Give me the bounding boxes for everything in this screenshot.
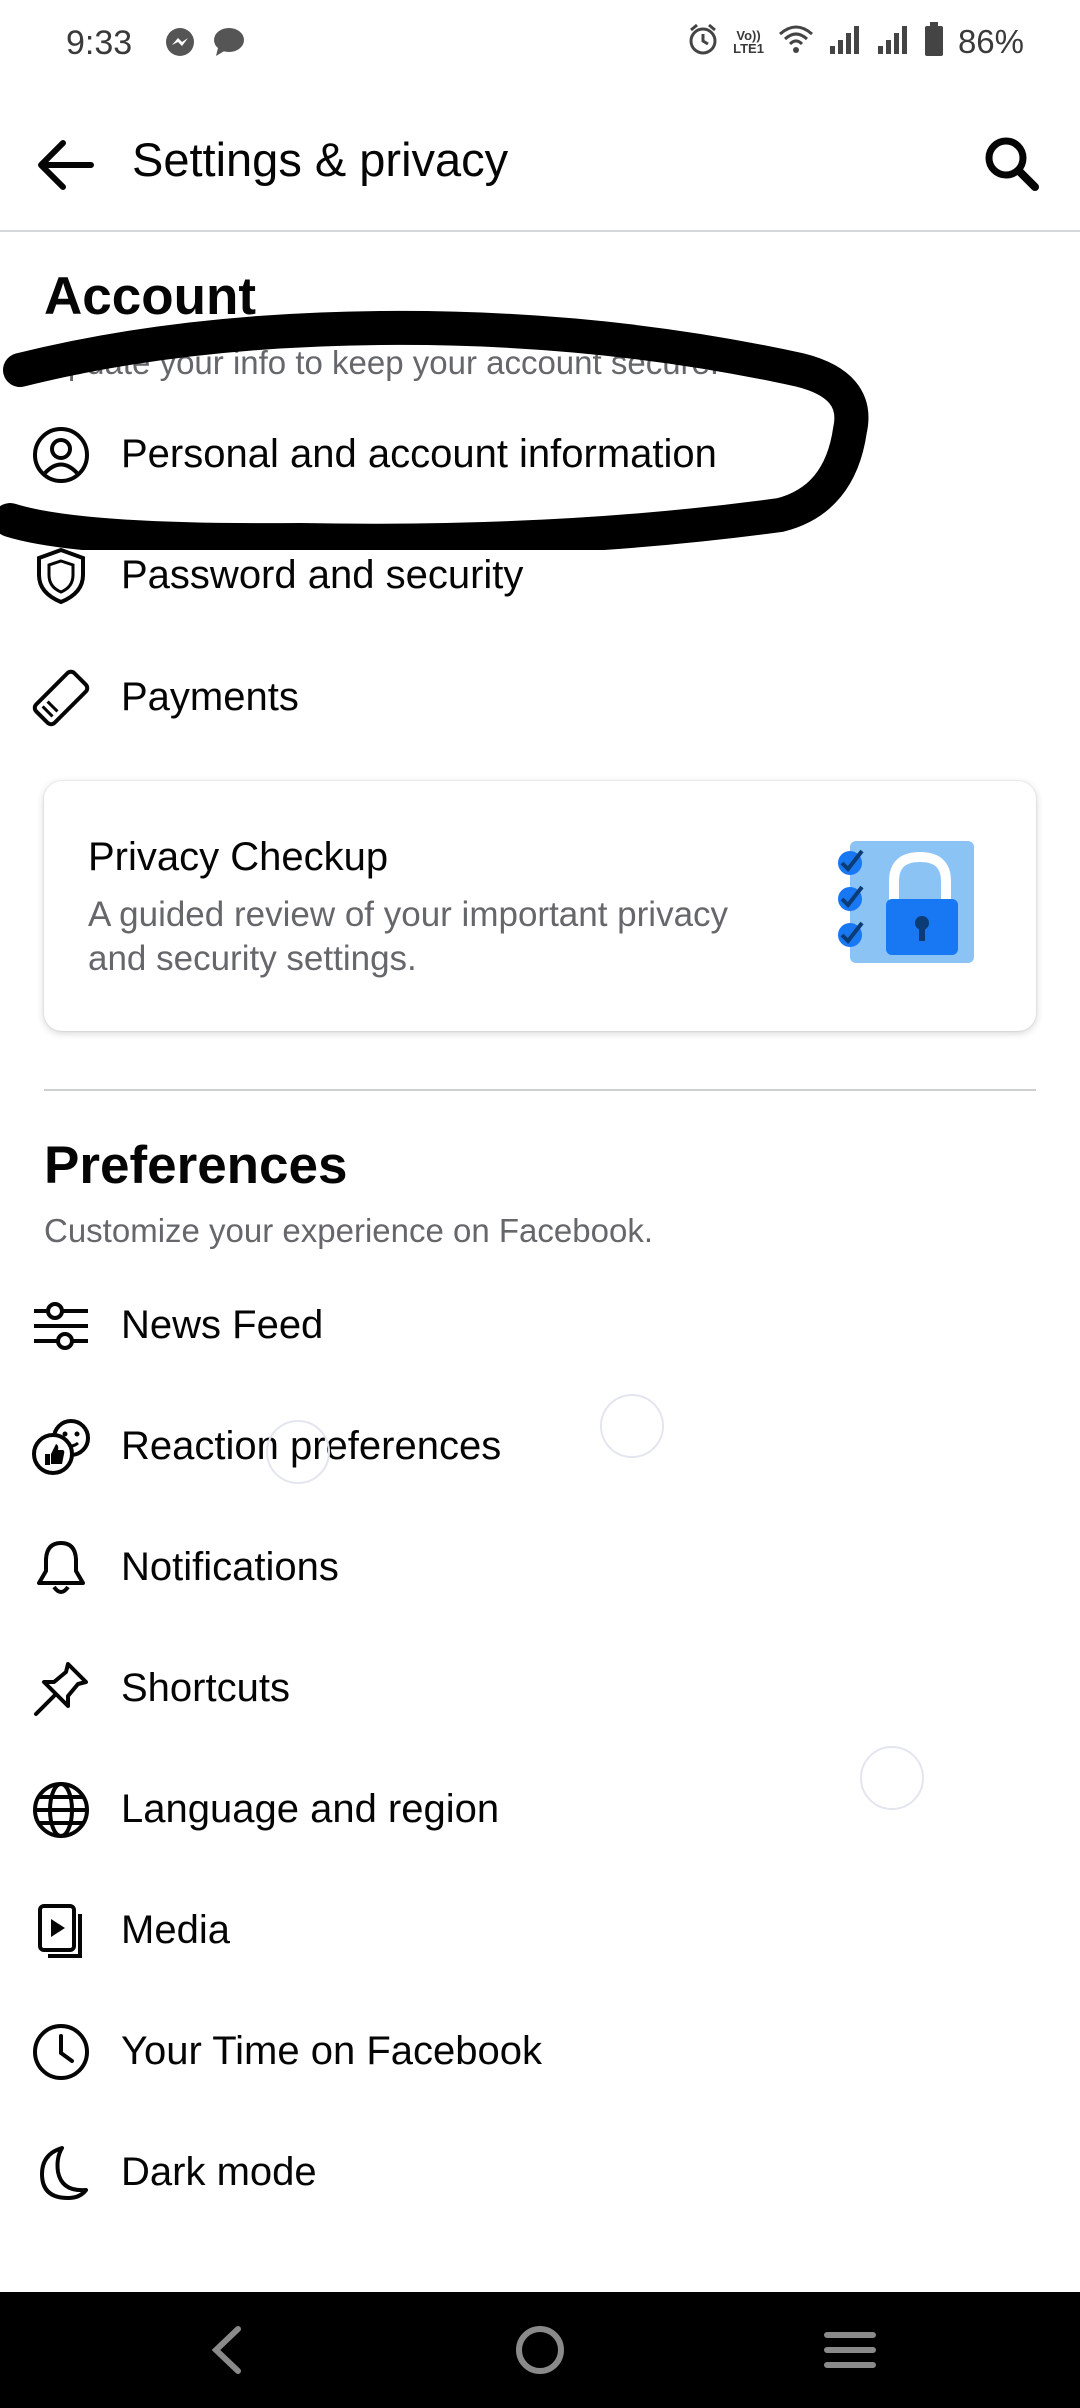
reactions-icon (30, 1416, 92, 1478)
settings-privacy-screen: 9:33 Vo)) LTE1 86% Settings & privacy Ac… (0, 0, 1080, 2408)
settings-item-password-security[interactable]: Password and security (0, 523, 1080, 633)
settings-item-label: Payments (121, 675, 299, 719)
signal-icon-2 (876, 24, 910, 59)
privacy-checkup-title: Privacy Checkup (88, 835, 389, 879)
shield-icon (30, 545, 92, 607)
touch-ripple (600, 1394, 664, 1458)
privacy-checkup-description: A guided review of your important privac… (88, 895, 729, 978)
nav-recents-button[interactable] (820, 2320, 880, 2380)
account-section-subtitle: Update your info to keep your account se… (44, 344, 720, 381)
settings-item-reaction-preferences[interactable]: Reaction preferences (0, 1394, 1080, 1504)
preferences-section-title: Preferences (44, 1136, 348, 1195)
tag-icon (30, 667, 92, 729)
settings-item-payments[interactable]: Payments (0, 645, 1080, 755)
system-navigation-bar (0, 2292, 1080, 2408)
alarm-icon (687, 22, 719, 61)
chat-bubble-icon (212, 26, 246, 63)
moon-icon (30, 2142, 92, 2204)
touch-ripple (860, 1746, 924, 1810)
section-divider (44, 1089, 1036, 1091)
page-title: Settings & privacy (132, 133, 509, 186)
battery-percent: 86% (957, 22, 1024, 60)
status-bar: 9:33 Vo)) LTE1 86% (0, 0, 1080, 90)
settings-item-label: Your Time on Facebook (121, 2029, 542, 2073)
volte-icon: Vo)) LTE1 (733, 29, 764, 55)
top-app-bar: Settings & privacy (0, 90, 1080, 232)
clock-icon (30, 2021, 92, 2083)
lte-label: LTE1 (733, 40, 764, 56)
privacy-checkup-card[interactable]: Privacy Checkup A guided review of your … (44, 781, 1036, 1031)
messenger-icon (164, 26, 196, 63)
home-circle-icon (516, 2326, 564, 2374)
settings-item-label: Dark mode (121, 2150, 317, 2194)
search-button[interactable] (976, 128, 1046, 198)
arrow-left-icon (38, 140, 94, 190)
settings-item-personal-account-info[interactable]: Personal and account information (0, 402, 1080, 512)
settings-item-label: Password and security (121, 553, 524, 597)
preferences-section-subtitle: Customize your experience on Facebook. (44, 1212, 653, 1249)
settings-item-shortcuts[interactable]: Shortcuts (0, 1636, 1080, 1746)
wifi-icon (778, 24, 814, 59)
settings-item-label: Shortcuts (121, 1666, 290, 1710)
settings-item-label: News Feed (121, 1303, 324, 1347)
back-button[interactable] (30, 130, 100, 200)
person-circle-icon (30, 424, 92, 486)
account-section-title: Account (44, 267, 256, 326)
nav-home-button[interactable] (510, 2320, 570, 2380)
settings-item-label: Personal and account information (121, 432, 717, 476)
nav-back-button[interactable] (198, 2320, 258, 2380)
touch-ripple (266, 1420, 330, 1484)
signal-icon-1 (828, 24, 862, 59)
bell-icon (30, 1537, 92, 1599)
settings-item-label: Media (121, 1908, 230, 1952)
settings-item-your-time[interactable]: Your Time on Facebook (0, 1999, 1080, 2109)
privacy-lock-illustration (836, 841, 976, 973)
battery-icon (924, 22, 944, 61)
pin-icon (30, 1658, 92, 1720)
globe-icon (30, 1779, 92, 1841)
settings-item-media[interactable]: Media (0, 1878, 1080, 1988)
chevron-left-icon (211, 2326, 241, 2374)
settings-item-label: Language and region (121, 1787, 500, 1831)
menu-lines-icon (824, 2332, 876, 2368)
settings-item-news-feed[interactable]: News Feed (0, 1273, 1080, 1383)
settings-item-dark-mode[interactable]: Dark mode (0, 2120, 1080, 2230)
sliders-icon (30, 1295, 92, 1357)
search-icon (985, 137, 1039, 191)
volte-label: Vo)) (736, 27, 761, 43)
media-icon (30, 1900, 92, 1962)
status-time: 9:33 (66, 24, 133, 62)
settings-item-notifications[interactable]: Notifications (0, 1515, 1080, 1625)
settings-item-label: Notifications (121, 1545, 339, 1589)
